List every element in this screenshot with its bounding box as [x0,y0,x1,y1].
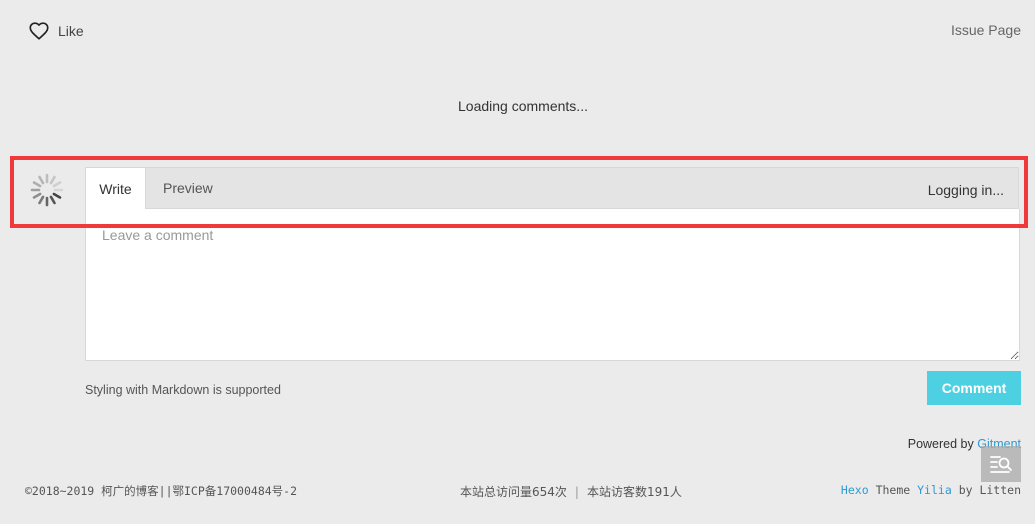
comment-submit-button[interactable]: Comment [927,371,1021,405]
heart-outline-icon [29,22,49,40]
footer-separator: | [574,485,579,499]
loading-spinner-icon [30,173,64,207]
footer-stats: 本站总访问量654次 | 本站访客数191人 [460,483,682,500]
tab-write[interactable]: Write [85,167,146,210]
issue-page-link[interactable]: Issue Page [951,22,1021,38]
hexo-link[interactable]: Hexo [841,483,869,497]
login-status: Logging in... [927,182,1004,198]
markdown-note: Styling with Markdown is supported [85,383,281,397]
comment-textarea[interactable] [85,209,1020,361]
by-author: by Litten [958,483,1021,497]
like-button[interactable]: Like [28,19,84,43]
footer-theme-credit: Hexo Theme Yilia by Litten [841,483,1021,497]
powered-by-prefix: Powered by [907,437,974,451]
site-pageviews: 本站总访问量654次 [460,485,567,499]
yilia-link[interactable]: Yilia [917,483,952,497]
theme-word: Theme [875,483,911,497]
search-list-icon [990,456,1012,473]
tab-preview[interactable]: Preview [163,167,213,210]
loading-comments-status: Loading comments... [458,98,588,114]
like-label: Like [58,23,84,39]
site-visitors: 本站访客数191人 [586,485,682,499]
search-toggle-button[interactable] [981,446,1021,482]
editor-header: Write Preview Logging in... [85,167,1019,210]
footer-copyright: ©2018~2019 柯广的博客||鄂ICP备17000484号-2 [25,484,298,498]
